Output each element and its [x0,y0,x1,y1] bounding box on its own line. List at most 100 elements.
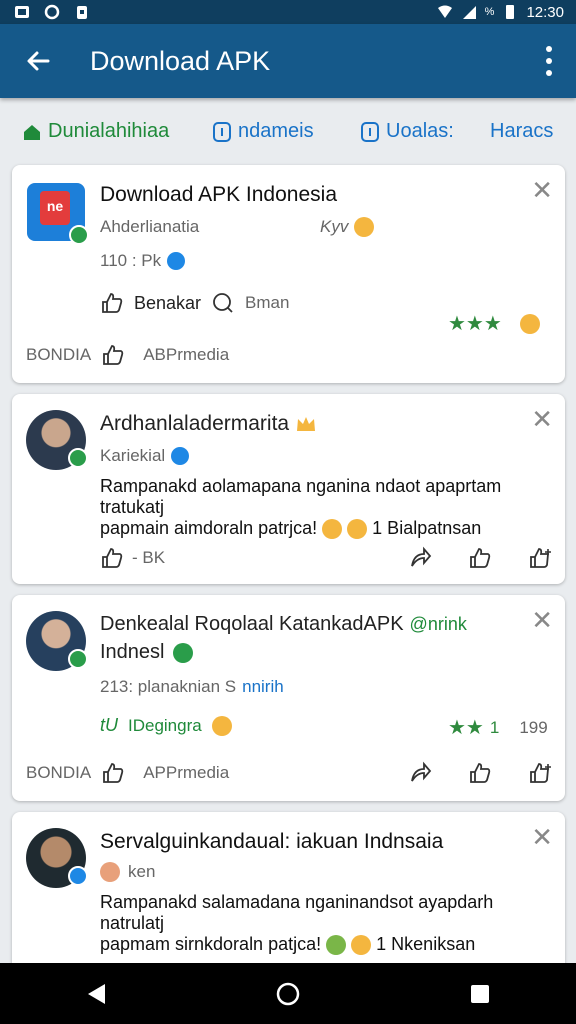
emoji-icon [351,935,372,956]
sync-icon [44,4,60,20]
filter-label: ndameis [238,120,314,142]
star-count: 1 [489,717,500,737]
author-extra: @nrink [409,614,467,634]
nav-recents-button[interactable] [460,974,500,1014]
wifi-icon [437,5,452,18]
card-subtitle: Ahderlianatia [100,217,200,236]
avatar[interactable] [26,410,88,470]
post-line-tail: 1 Nkeniksan [376,934,476,954]
post-line-text: papmam sirnkdoraln patjca! [100,934,322,954]
nav-home-button[interactable] [268,974,308,1014]
post-meta: 213: planaknian S nnirih [100,677,284,697]
lock-icon [77,6,87,19]
author-name-line2: Indnesl [100,641,165,663]
star-icon: ★★★ [448,313,502,335]
page-title: Download APK [90,45,271,76]
notification-icon [15,6,29,18]
battery-icon [506,5,515,19]
thumbs-up-icon[interactable] [101,761,125,785]
post-line: tratukatj [100,497,165,517]
emoji-icon [519,313,540,334]
footer-source: APPrmedia [143,763,230,782]
meta-tail: nnirih [242,677,284,696]
comment-icon[interactable] [211,291,235,315]
nav-back-button[interactable] [76,974,116,1014]
reaction-label: IDegingra [128,715,202,735]
footer-label: BONDIA [26,345,92,364]
filter-label: Uoalas: [386,120,454,142]
filter-bar: Dunialahihiaa ndameis Uoalas: Haracs [0,110,576,154]
close-icon[interactable]: ✕ [531,177,553,203]
thumbs-up-icon[interactable] [468,761,492,785]
avatar[interactable] [26,611,88,671]
filter-label: Dunialahihiaa [48,120,170,142]
info-icon [213,121,231,142]
comment-label[interactable]: Bman [245,293,289,313]
post-line: papmam sirnkdoraln patjca! 1 Nkeniksan [100,934,545,956]
post-card[interactable]: ✕ Denkealal Roqolaal KatankadAPK @nrink … [12,595,565,801]
post-card[interactable]: ✕ Ardhanlaladermarita Kariekial Rampanak… [12,394,565,584]
square-recents-icon [471,984,489,1003]
verified-icon [69,225,89,245]
post-line: Rampanakd aolamapana nganina ndaot apapr… [100,476,502,496]
author-name: Servalguinkandaual: iakuan Indnsaia [100,830,444,853]
post-author: Denkealal Roqolaal KatankadAPK @nrink [100,613,467,636]
battery-label: % [484,6,495,18]
close-icon[interactable]: ✕ [531,824,553,850]
filter-chip-4[interactable]: Haracs [490,120,553,143]
handle-label: ken [128,862,156,881]
post-actions [408,546,552,570]
handle-label: Kariekial [100,446,166,465]
thumbs-up-plus-icon[interactable] [528,546,552,570]
meta-label: 213: planaknian S [100,677,237,696]
thumbs-up-icon[interactable] [101,343,125,367]
post-line: Rampanakd salamadana nganinandsot ayapda… [100,892,494,912]
info-icon [361,121,379,142]
post-stats: - BK [100,546,165,570]
clock: 12:30 [526,3,564,21]
emoji-icon [211,715,232,736]
post-card[interactable]: ✕ Servalguinkandaual: iakuan Indnsaia ke… [12,812,565,982]
post-author-line2: Indnesl [100,641,193,664]
circle-home-icon [276,982,300,1005]
share-icon[interactable] [408,546,432,570]
card-title: Download APK Indonesia [100,183,337,206]
post-rating: ★★ 1 199 [448,715,548,740]
status-bar: % 12:30 [0,0,576,24]
like-label[interactable]: Benakar [134,293,201,314]
more-options-button[interactable] [542,46,556,76]
thumbs-up-icon[interactable] [468,546,492,570]
post-author: Ardhanlaladermarita [100,412,317,436]
system-nav-bar [0,963,576,1024]
app-bar: Download APK [0,24,576,98]
verified-badge-icon [171,447,190,465]
emoji-icon [347,519,368,540]
triangle-back-icon [88,983,105,1004]
card-footer: BONDIA ABPrmedia [26,343,229,367]
card-actions: Benakar Bman [100,291,289,315]
share-icon[interactable] [408,761,432,785]
post-actions [408,761,552,785]
card-meta: 110 : Pk [100,251,186,271]
app-card[interactable]: ne ✕ Download APK Indonesia Ahderlianati… [12,165,565,383]
footer-source: ABPrmedia [143,345,230,364]
avatar[interactable] [26,828,88,888]
verified-icon [68,649,88,669]
filter-chip-2[interactable]: ndameis [212,120,314,143]
count-label: 199 [519,717,548,737]
signal-icon [462,6,476,19]
filter-chip-3[interactable]: Uoalas: [360,120,454,143]
app-icon: ne [27,183,89,245]
close-icon[interactable]: ✕ [531,607,553,633]
thumbs-up-icon[interactable] [100,291,124,315]
close-icon[interactable]: ✕ [531,406,553,432]
filter-chip-home[interactable]: Dunialahihiaa [22,120,169,143]
footer-label: BONDIA [26,763,92,782]
stat-label: - BK [132,548,166,567]
thumbs-up-icon[interactable] [100,546,124,570]
post-reaction: tU IDegingra [100,715,232,736]
post-line-tail: 1 Bialpatnsan [372,518,482,538]
thumbs-up-plus-icon[interactable] [528,761,552,785]
back-button[interactable] [22,45,54,77]
verified-icon [68,866,88,886]
